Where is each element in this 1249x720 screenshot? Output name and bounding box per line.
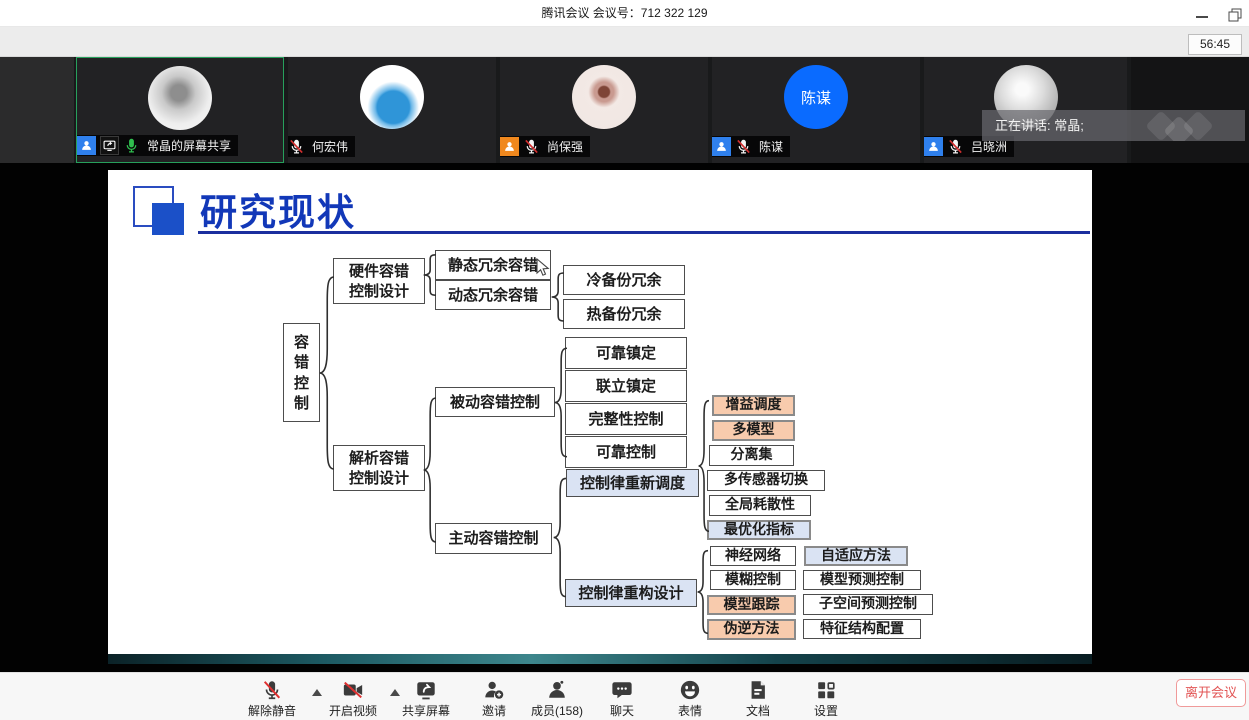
mouse-cursor	[536, 258, 550, 283]
participant-tile-changjing[interactable]: 常晶的屏幕共享	[76, 57, 284, 163]
title-decoration-filled-square	[152, 203, 184, 235]
connector-brace	[423, 395, 436, 545]
avatar-cartoon	[572, 65, 636, 129]
strip-filler	[0, 57, 74, 163]
participant-nameplate: 何宏伟	[288, 136, 355, 157]
avatar-tiger-sketch	[148, 66, 212, 130]
tree-node-pseudo-inv: 伪逆方法	[707, 619, 796, 640]
person-badge-icon	[500, 137, 519, 156]
title-underline	[198, 231, 1090, 234]
slide-title: 研究现状	[200, 182, 356, 236]
tree-node-resched: 控制律重新调度	[566, 469, 699, 497]
tree-node-reliable-ctrl: 可靠控制	[565, 436, 687, 468]
tree-node-multisensor: 多传感器切换	[707, 470, 825, 491]
tree-node-hw: 硬件容错 控制设计	[333, 258, 425, 304]
participant-nameplate: 常晶的屏幕共享	[77, 135, 238, 156]
tree-node-separation: 分离集	[709, 445, 794, 466]
avatar-smurf	[360, 65, 424, 129]
participant-name: 何宏伟	[309, 138, 348, 155]
mic-muted-icon	[227, 677, 317, 701]
tree-node-dynamic-red: 动态冗余容错	[435, 280, 551, 310]
tree-node-analytic: 解析容错 控制设计	[333, 445, 425, 491]
settings-button[interactable]: 设置	[781, 677, 871, 719]
connector-brace	[697, 549, 708, 635]
connector-brace	[423, 254, 436, 296]
mic-on-icon	[123, 137, 140, 154]
avatar-initials: 陈谋	[784, 65, 848, 129]
host-person-badge-icon	[77, 136, 96, 155]
window-titlebar: 腾讯会议 会议号：712 322 129	[0, 0, 1249, 27]
presentation-slide: 研究现状 容 错 控 制 硬件容错 控制设计 静态冗余容错 动态冗余容错 冷备份…	[108, 170, 1092, 664]
tree-node-integrity: 完整性控制	[565, 403, 687, 435]
mic-muted-icon	[288, 138, 305, 155]
unmute-label: 解除静音	[227, 702, 317, 719]
participant-name: 尚保强	[544, 138, 583, 155]
participant-nameplate: 陈谋	[712, 136, 790, 157]
tree-node-reliable-stab: 可靠镇定	[565, 337, 687, 369]
tree-node-dissipative: 全局耗散性	[709, 495, 811, 516]
window-title: 腾讯会议 会议号：712 322 129	[0, 0, 1249, 26]
participant-tile-chenmou[interactable]: 陈谋 陈谋	[712, 57, 920, 163]
tree-node-reconfig: 控制律重构设计	[565, 579, 697, 607]
tree-node-hot: 热备份冗余	[563, 299, 685, 329]
connector-brace	[319, 273, 334, 473]
participant-name: 常晶的屏幕共享	[144, 137, 231, 154]
participant-tile-shangbaoqiang[interactable]: 尚保强	[500, 57, 708, 163]
tree-node-root: 容 错 控 制	[283, 323, 320, 422]
tree-node-passive: 被动容错控制	[435, 387, 555, 417]
mic-muted-icon	[735, 138, 752, 155]
mic-muted-icon	[947, 138, 964, 155]
person-badge-icon	[924, 137, 943, 156]
person-badge-icon	[712, 137, 731, 156]
avatar-text: 陈谋	[801, 87, 831, 108]
tree-node-eigenstruct: 特征结构配置	[803, 619, 921, 639]
unmute-button[interactable]: 解除静音	[227, 677, 317, 719]
participant-tile-hehongwei[interactable]: 何宏伟	[288, 57, 496, 163]
mic-muted-icon	[523, 138, 540, 155]
restore-window-button[interactable]	[1228, 8, 1242, 18]
minimize-button[interactable]	[1196, 16, 1208, 18]
settings-label: 设置	[781, 702, 871, 719]
tree-node-subspace: 子空间预测控制	[803, 594, 933, 615]
meeting-timer: 56:45	[1188, 34, 1242, 55]
leave-meeting-button[interactable]: 离开会议	[1176, 679, 1246, 707]
participant-name: 陈谋	[756, 138, 783, 155]
tree-node-active: 主动容错控制	[435, 523, 552, 554]
tree-node-mpc: 模型预测控制	[803, 570, 921, 590]
speaking-toast: 正在讲话: 常晶;	[982, 110, 1245, 141]
connector-brace	[553, 476, 566, 599]
participant-nameplate: 尚保强	[500, 136, 590, 157]
tree-node-gain: 增益调度	[712, 395, 795, 416]
tree-node-simul-stab: 联立镇定	[565, 370, 687, 402]
slide-bottom-band	[108, 654, 1092, 664]
connector-brace	[554, 346, 567, 459]
settings-icon	[781, 677, 871, 701]
tree-node-nn: 神经网络	[710, 546, 796, 566]
meeting-toolbar: 解除静音 开启视频 共享屏幕 邀请 成员(158)	[0, 672, 1249, 720]
tree-node-fuzzy: 模糊控制	[710, 570, 796, 590]
tree-node-optimal: 最优化指标	[707, 520, 811, 540]
screen-share-badge-icon	[100, 136, 119, 155]
tree-node-model-track: 模型跟踪	[707, 595, 796, 615]
connector-brace	[551, 272, 564, 322]
shared-screen-stage: 研究现状 容 错 控 制 硬件容错 控制设计 静态冗余容错 动态冗余容错 冷备份…	[0, 163, 1249, 672]
meeting-statusbar	[0, 27, 1249, 57]
tencent-meeting-window: 腾讯会议 会议号：712 322 129 56:45 常晶的屏幕共享	[0, 0, 1249, 720]
tree-node-cold: 冷备份冗余	[563, 265, 685, 295]
tree-node-multimodel: 多模型	[712, 420, 795, 441]
connector-brace	[698, 398, 709, 534]
tree-node-adaptive: 自适应方法	[804, 546, 908, 566]
tree-node-static-red: 静态冗余容错	[435, 250, 551, 280]
speaking-toast-text: 正在讲话: 常晶;	[995, 118, 1084, 133]
